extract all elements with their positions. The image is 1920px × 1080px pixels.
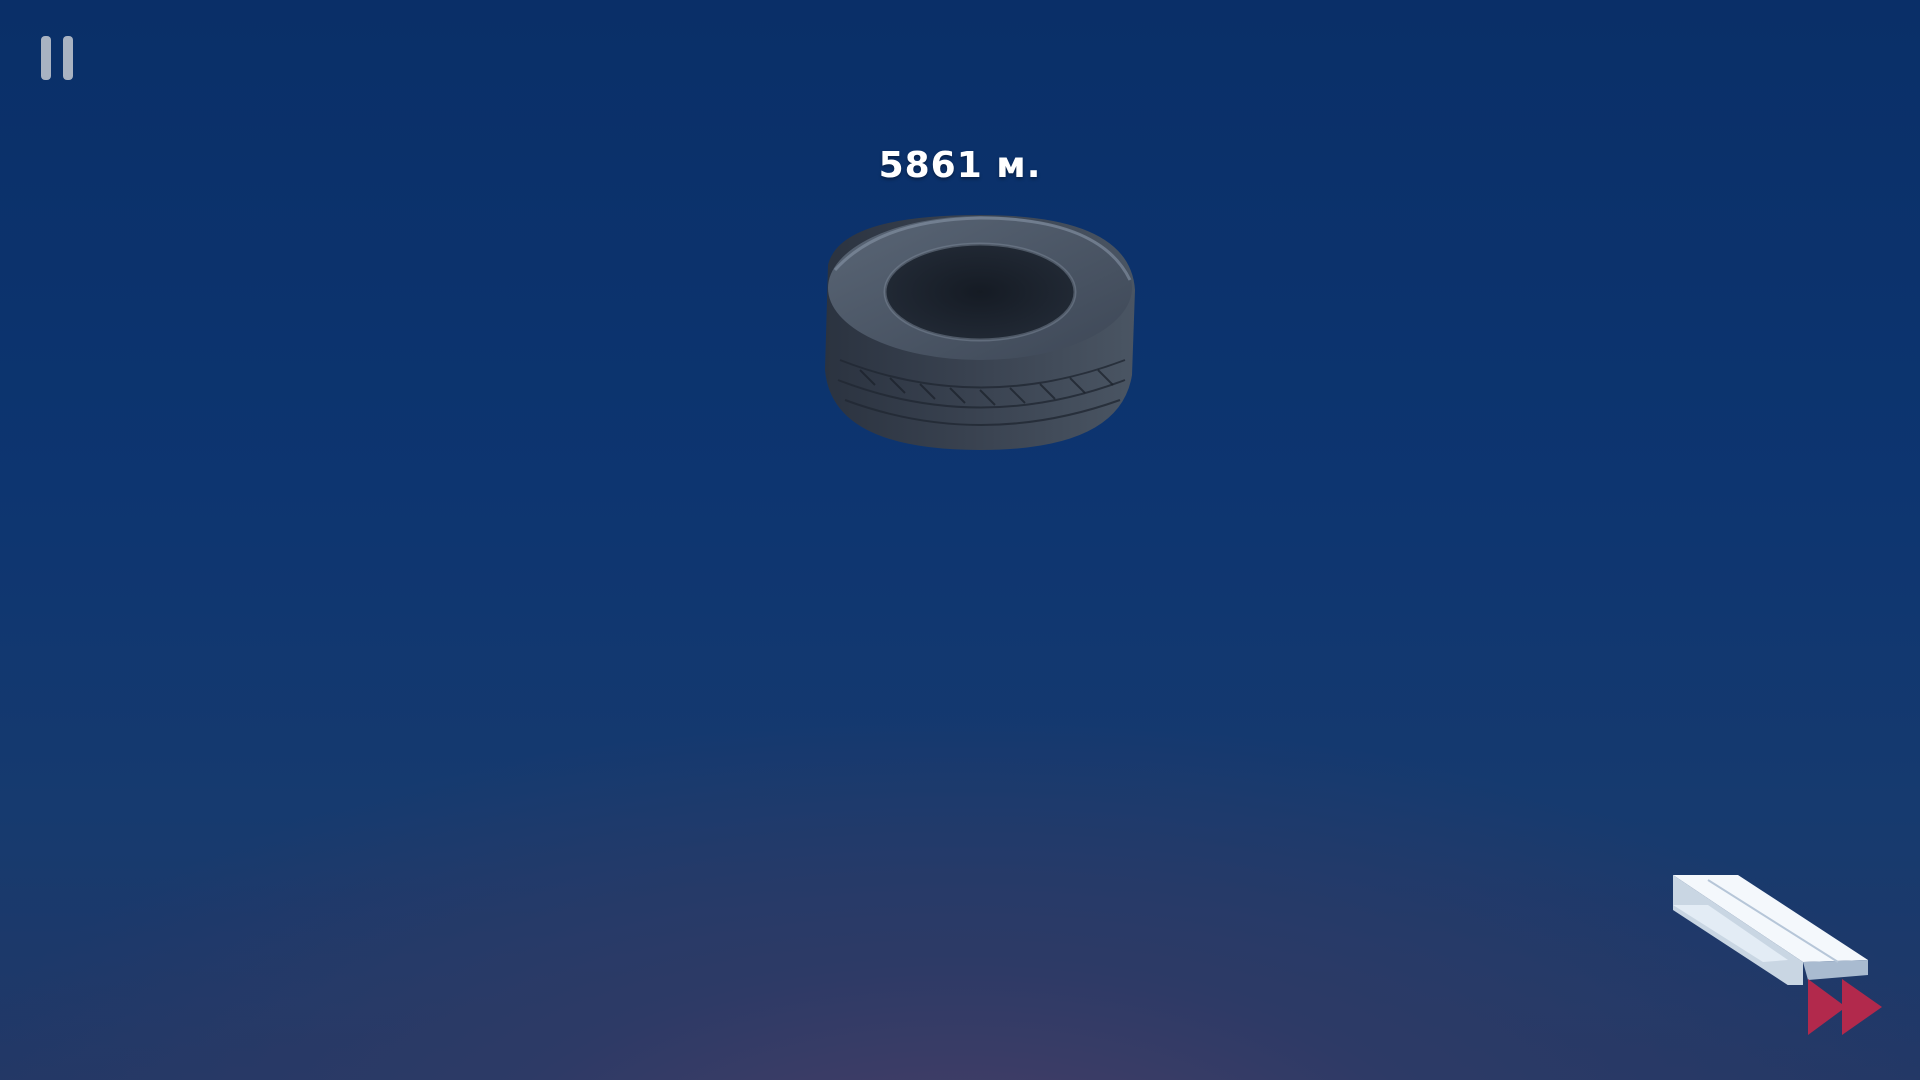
pause-icon-right-bar xyxy=(63,36,73,80)
distance-counter: 5861 м. xyxy=(878,145,1042,186)
fast-forward-icon xyxy=(1808,979,1846,1035)
tire-object xyxy=(825,215,1135,450)
ice-block-object xyxy=(1673,875,1868,985)
pause-button[interactable] xyxy=(38,34,78,82)
pause-icon-left-bar xyxy=(41,36,51,80)
fast-forward-button[interactable] xyxy=(1806,975,1886,1039)
